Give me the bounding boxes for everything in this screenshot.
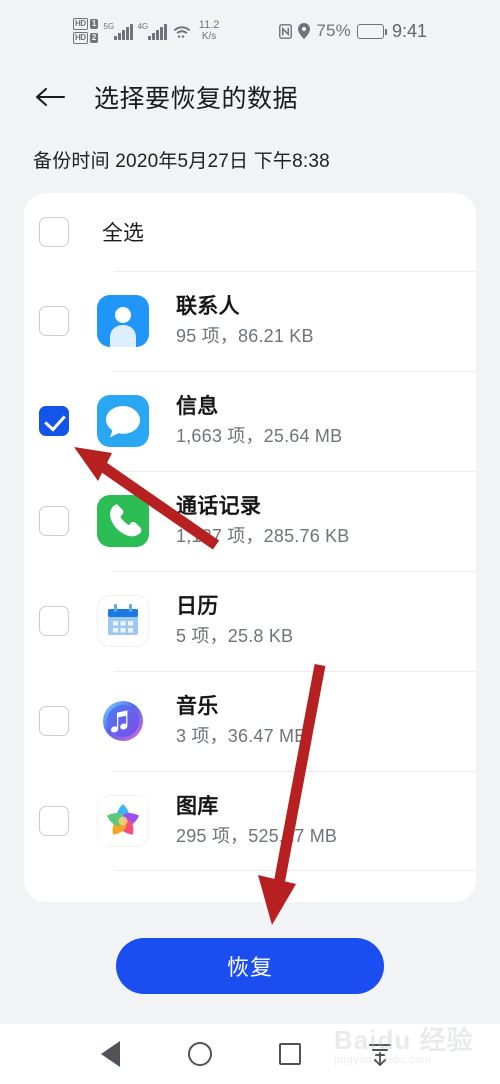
item-texts: 联系人 95 项，86.21 KB [176, 293, 314, 349]
list-item[interactable]: 日历 5 项，25.8 KB [24, 571, 476, 671]
nfc-icon [279, 23, 293, 39]
item-name: 日历 [176, 595, 219, 618]
system-navigation-bar [0, 1024, 500, 1084]
hd-badge-sim2: HD [72, 32, 88, 44]
item-meta: 295 项，525.17 MB [176, 826, 338, 846]
item-texts: 日历 5 项，25.8 KB [176, 593, 293, 649]
item-checkbox-messages[interactable] [39, 406, 69, 436]
item-name: 联系人 [176, 295, 240, 318]
data-speed-indicator: 11.2 K/s [198, 19, 220, 43]
hd-badge-sim1: HD [72, 18, 88, 30]
item-meta: 3 项，36.47 MB [176, 726, 307, 746]
nav-home-circle-icon[interactable] [182, 1036, 218, 1072]
page-header: 选择要恢复的数据 [0, 62, 500, 132]
list-item[interactable]: 音乐 3 项，36.47 MB [24, 671, 476, 771]
item-texts: 音乐 3 项，36.47 MB [176, 693, 306, 749]
item-texts: 信息 1,663 项，25.64 MB [176, 393, 342, 449]
gallery-icon [97, 795, 149, 847]
item-meta: 1,663 项，25.64 MB [176, 426, 343, 446]
dual-sim-indicators: HD 1 HD 2 [72, 18, 99, 44]
messages-icon [97, 395, 149, 447]
status-bar-right: 75% 9:41 [279, 21, 427, 42]
nav-recents-square-icon[interactable] [272, 1036, 308, 1072]
item-meta: 1,127 项，285.76 KB [176, 526, 350, 546]
sim2-badge: 2 [89, 33, 99, 43]
data-speed-unit: K/s [201, 31, 217, 42]
item-name: 图库 [176, 795, 219, 818]
battery-percent-label: 75% [316, 21, 351, 40]
status-bar-left: HD 1 HD 2 5G 4G 11.2 K/s [72, 18, 220, 44]
signal-group-sim2: 4G [137, 21, 167, 40]
item-texts: 通话记录 1,127 项，285.76 KB [176, 493, 350, 549]
data-speed-value: 11.2 [198, 19, 220, 31]
contacts-icon [97, 295, 149, 347]
item-checkbox-calllog[interactable] [39, 506, 69, 536]
calendar-icon [97, 595, 149, 647]
backup-time-label: 备份时间 2020年5月27日 下午8:38 [33, 151, 330, 172]
list-item[interactable]: 信息 1,663 项，25.64 MB [24, 371, 476, 471]
page-title: 选择要恢复的数据 [94, 85, 299, 113]
data-selection-card: 全选 联系人 95 项，86.21 KB 信息 1,663 项，25.64 MB… [24, 193, 476, 902]
item-checkbox-music[interactable] [39, 706, 69, 736]
item-meta: 5 项，25.8 KB [176, 626, 294, 646]
select-all-label: 全选 [102, 222, 144, 245]
list-item[interactable]: 通话记录 1,127 项，285.76 KB [24, 471, 476, 571]
signal-group-sim1: 5G [103, 21, 133, 40]
location-icon [298, 23, 311, 39]
phone-screen: HD 1 HD 2 5G 4G 11.2 K/s 75% 9:41 选择要恢复的… [0, 0, 500, 1084]
status-bar-clock: 9:41 [392, 20, 428, 41]
network-type-label-1: 5G [103, 21, 115, 31]
item-checkbox-calendar[interactable] [39, 606, 69, 636]
sim1-badge: 1 [89, 19, 99, 29]
music-icon [97, 695, 149, 747]
wifi-icon [173, 26, 191, 38]
battery-icon [357, 23, 388, 39]
list-item[interactable]: 图库 295 项，525.17 MB [24, 771, 476, 871]
item-checkbox-gallery[interactable] [39, 806, 69, 836]
status-bar: HD 1 HD 2 5G 4G 11.2 K/s 75% 9:41 [0, 0, 500, 62]
back-arrow-icon[interactable] [33, 82, 67, 112]
restore-button[interactable]: 恢复 [116, 938, 384, 994]
signal-bars-icon-1 [114, 23, 133, 40]
item-texts: 图库 295 项，525.17 MB [176, 793, 337, 849]
select-all-row[interactable]: 全选 [24, 193, 476, 271]
signal-bars-icon-2 [148, 23, 167, 40]
item-name: 信息 [176, 395, 219, 418]
phone-icon [97, 495, 149, 547]
list-item[interactable]: 联系人 95 项，86.21 KB [24, 271, 476, 371]
item-name: 通话记录 [176, 495, 262, 518]
item-meta: 95 项，86.21 KB [176, 326, 314, 346]
nav-back-triangle-icon[interactable] [92, 1036, 128, 1072]
download-icon[interactable] [362, 1036, 398, 1072]
item-checkbox-contacts[interactable] [39, 306, 69, 336]
network-type-label-2: 4G [137, 21, 149, 31]
data-type-list: 联系人 95 项，86.21 KB 信息 1,663 项，25.64 MB 通话… [24, 271, 476, 871]
select-all-checkbox[interactable] [39, 217, 69, 247]
item-name: 音乐 [176, 695, 219, 718]
